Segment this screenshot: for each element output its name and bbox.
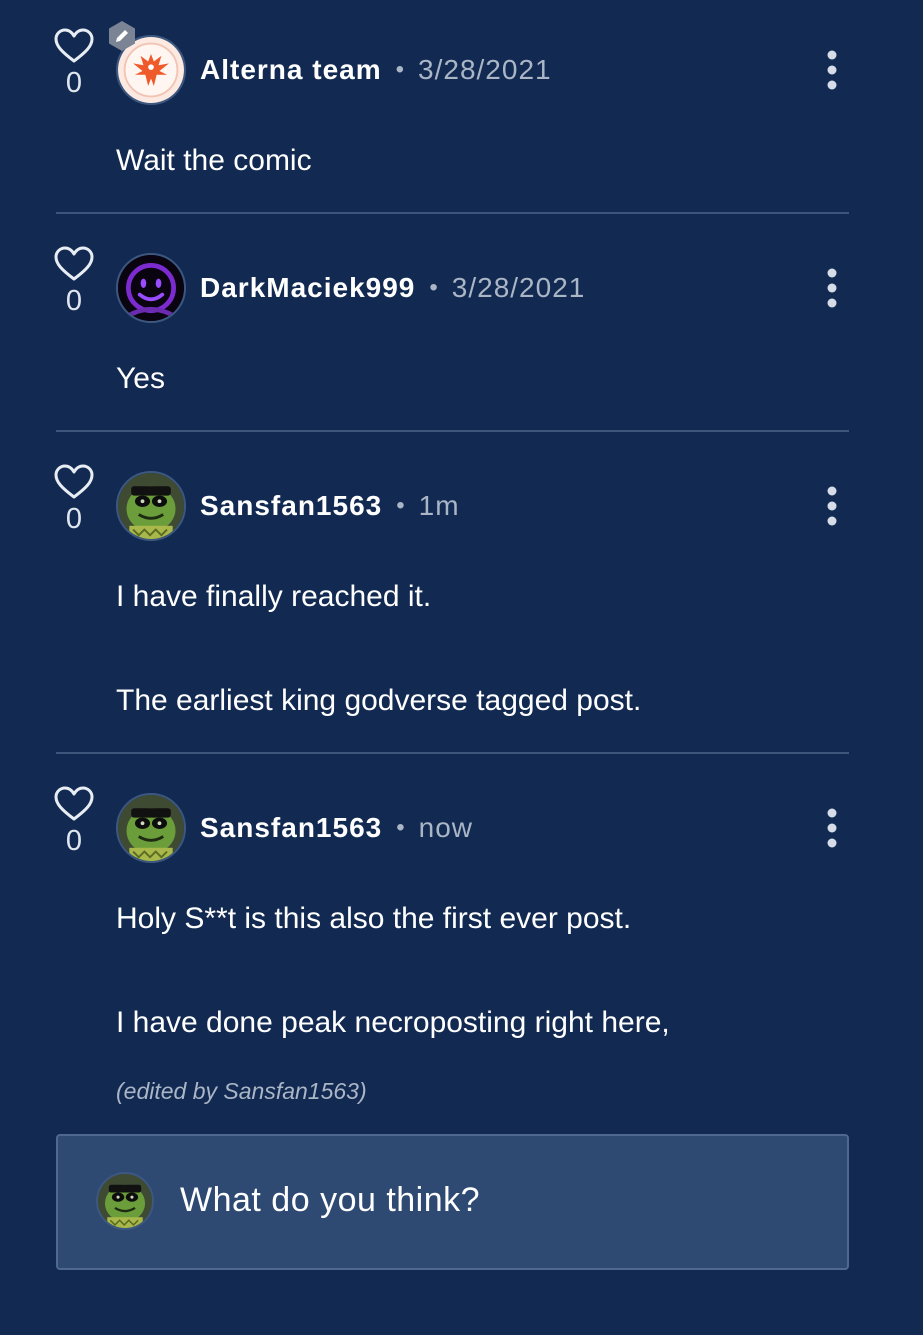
like-column: 0 [54, 28, 94, 100]
username[interactable]: Sansfan1563 [200, 812, 382, 844]
green-character-icon [98, 1174, 152, 1228]
like-column: 0 [54, 246, 94, 318]
like-count: 0 [65, 285, 83, 317]
more-options-icon[interactable] [818, 48, 846, 92]
comment-body-line: I have done peak necroposting right here… [116, 1006, 670, 1039]
like-column: 0 [54, 786, 94, 858]
divider [56, 752, 849, 754]
separator-dot: • [395, 56, 405, 83]
like-count: 0 [65, 503, 83, 535]
username[interactable]: Alterna team [200, 54, 382, 86]
comment-body-line: The earliest king godverse tagged post. [116, 684, 642, 717]
separator-dot: • [396, 814, 405, 841]
comment-meta: Sansfan1563 • now [200, 808, 473, 848]
username[interactable]: DarkMaciek999 [200, 272, 415, 304]
timestamp: 3/28/2021 [451, 272, 586, 303]
pencil-badge-icon [106, 20, 138, 52]
timestamp: 1m [418, 490, 460, 521]
like-count: 0 [65, 67, 83, 99]
green-character-icon [118, 795, 184, 861]
avatar[interactable] [116, 253, 186, 323]
timestamp: 3/28/2021 [418, 54, 552, 85]
divider [56, 430, 849, 432]
heart-icon[interactable] [54, 28, 94, 64]
timestamp: now [418, 812, 473, 843]
more-options-icon[interactable] [818, 266, 846, 310]
username[interactable]: Sansfan1563 [200, 490, 382, 522]
separator-dot: • [396, 492, 405, 519]
heart-icon[interactable] [54, 786, 94, 822]
avatar[interactable] [116, 471, 186, 541]
more-options-icon[interactable] [818, 806, 846, 850]
heart-icon[interactable] [54, 246, 94, 282]
like-column: 0 [54, 464, 94, 536]
more-options-icon[interactable] [818, 484, 846, 528]
edited-note: (edited by Sansfan1563) [116, 1078, 367, 1104]
like-count: 0 [65, 825, 83, 857]
green-character-icon [118, 473, 184, 539]
comment-meta: Sansfan1563 • 1m [200, 486, 460, 526]
comment-body-line: I have finally reached it. [116, 580, 432, 613]
comment-body: Yes [116, 362, 165, 395]
comment-body: Wait the comic [116, 144, 312, 177]
avatar [96, 1172, 154, 1230]
purple-smiley-icon [118, 255, 184, 321]
heart-icon[interactable] [54, 464, 94, 500]
comment-meta: DarkMaciek999 • 3/28/2021 [200, 268, 585, 308]
reply-input[interactable]: What do you think? [56, 1134, 849, 1270]
comment-meta: Alterna team • 3/28/2021 [200, 50, 552, 90]
comment-body-line: Holy S**t is this also the first ever po… [116, 902, 632, 935]
avatar[interactable] [116, 793, 186, 863]
reply-placeholder: What do you think? [180, 1181, 481, 1219]
separator-dot: • [429, 274, 438, 301]
divider [56, 212, 849, 214]
